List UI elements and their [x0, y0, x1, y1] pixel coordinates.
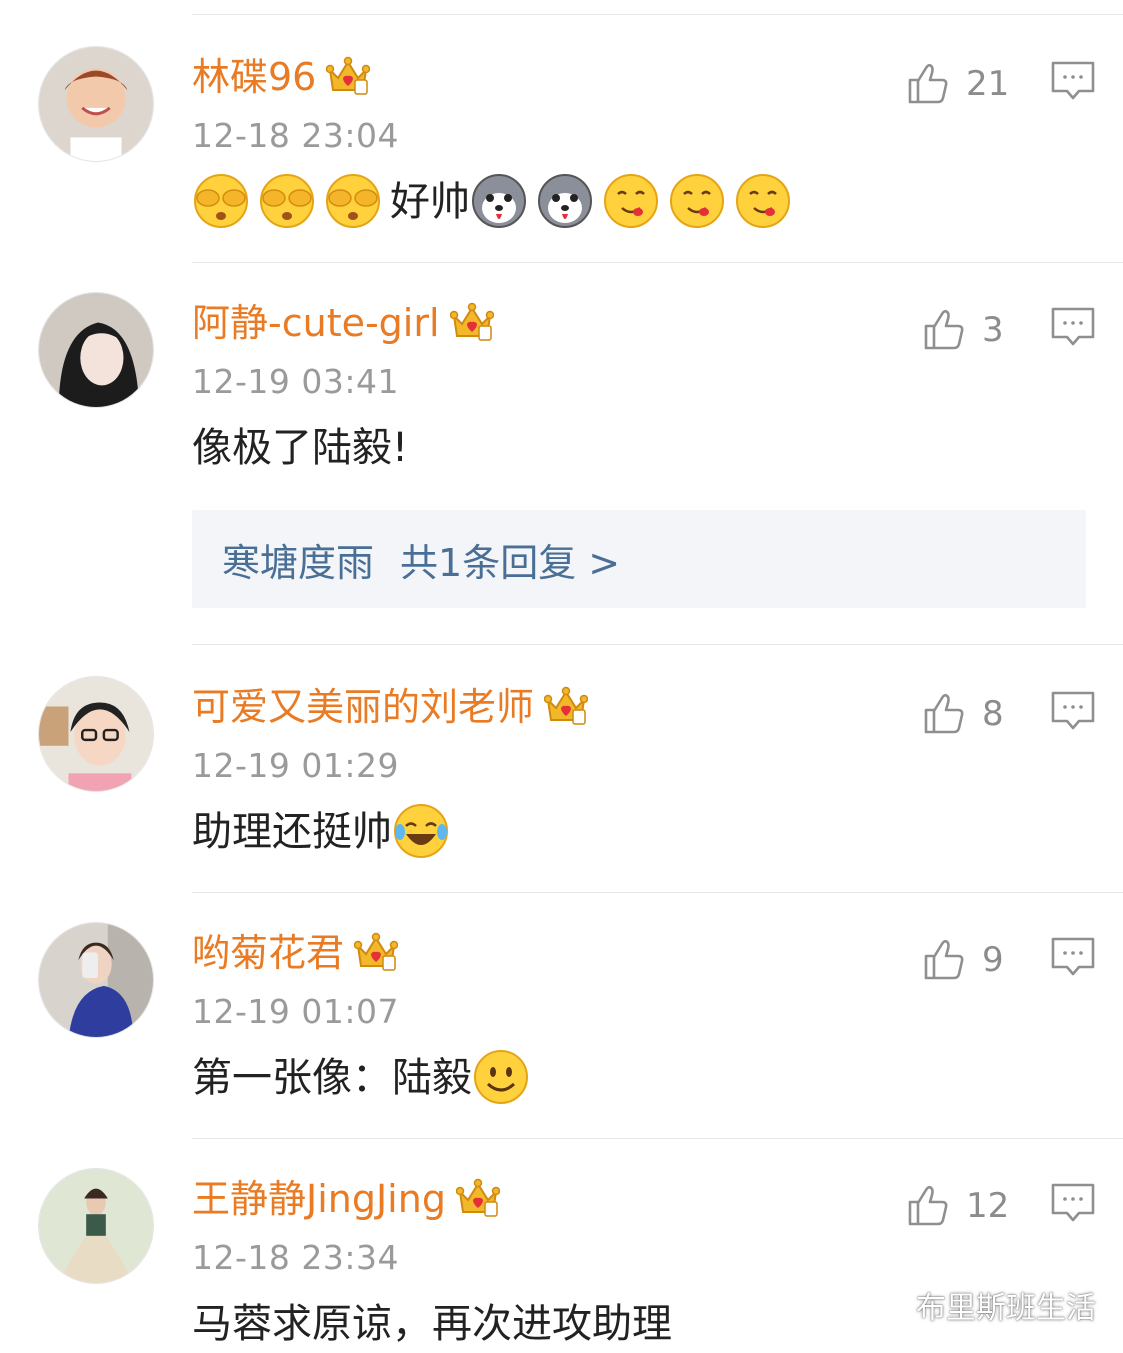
username[interactable]: 哟菊花君: [192, 930, 398, 976]
comment-time: 12-19 03:41: [192, 362, 399, 401]
cover-eyes-emoji: [324, 172, 382, 230]
comment-text: 像极了陆毅!: [192, 425, 409, 471]
husky-emoji: [536, 172, 594, 230]
like-count: 3: [982, 310, 1004, 350]
comment-item: 可爱又美丽的刘老师 12-19 01:29 助理还挺帅 8: [0, 676, 1123, 894]
comment-text-body: 好帅: [390, 179, 470, 225]
avatar[interactable]: [38, 676, 154, 792]
avatar[interactable]: [38, 292, 154, 408]
avatar[interactable]: [38, 46, 154, 162]
username[interactable]: 可爱又美丽的刘老师: [192, 684, 588, 730]
comment-text-body: 第一张像：陆毅: [192, 1055, 472, 1101]
wechat-watermark: 布里斯班生活: [864, 1280, 1096, 1330]
like-button[interactable]: 9: [920, 932, 1004, 988]
comment-bubble-icon: [1050, 1182, 1096, 1226]
reply-button[interactable]: [1050, 690, 1096, 734]
comment-text-body: 助理还挺帅: [192, 809, 392, 855]
comment-bubble-icon: [1050, 690, 1096, 734]
reply-summary-link[interactable]: 共1条回复 >: [400, 532, 620, 587]
laugh-cry-emoji: [392, 802, 450, 860]
username-text[interactable]: 王静静JingJing: [192, 1177, 446, 1221]
top-divider: [192, 14, 1123, 15]
comment-text: 第一张像：陆毅: [192, 1050, 538, 1109]
drool-emoji: [602, 172, 660, 230]
comment-time: 12-18 23:04: [192, 116, 399, 155]
comment-time: 12-19 01:07: [192, 992, 399, 1031]
reply-preview[interactable]: 寒塘度雨 共1条回复 >: [192, 510, 1086, 608]
vip-crown-icon: [456, 1178, 500, 1218]
like-count: 9: [982, 940, 1004, 980]
divider: [192, 892, 1123, 893]
like-count: 21: [966, 64, 1010, 104]
comment-item: 林碟96 12-18 23:04 好帅 21: [0, 46, 1123, 264]
reply-author[interactable]: 寒塘度雨: [222, 532, 374, 587]
comment-bubble-icon: [1050, 60, 1096, 104]
divider: [192, 1138, 1123, 1139]
drool-emoji: [734, 172, 792, 230]
husky-emoji: [470, 172, 528, 230]
username[interactable]: 林碟96: [192, 54, 370, 100]
cover-eyes-emoji: [192, 172, 250, 230]
like-count: 8: [982, 694, 1004, 734]
watermark-text: 布里斯班生活: [916, 1291, 1096, 1326]
wechat-icon: [865, 1289, 906, 1322]
avatar[interactable]: [38, 1168, 154, 1284]
like-button[interactable]: 21: [904, 56, 1009, 112]
username-text[interactable]: 林碟96: [192, 55, 316, 99]
thumbs-up-icon: [920, 690, 968, 738]
username-text[interactable]: 可爱又美丽的刘老师: [192, 685, 534, 729]
reply-button[interactable]: [1050, 306, 1096, 350]
comment-bubble-icon: [1050, 306, 1096, 350]
comment-text: 好帅: [192, 174, 800, 233]
smile-emoji: [472, 1048, 530, 1106]
like-button[interactable]: 3: [920, 302, 1004, 358]
username[interactable]: 阿静-cute-girl: [192, 300, 494, 346]
comment-text: 助理还挺帅: [192, 804, 458, 863]
username-text[interactable]: 哟菊花君: [192, 931, 344, 975]
comment-item: 阿静-cute-girl 12-19 03:41 像极了陆毅! 3 寒塘度雨 共1…: [0, 292, 1123, 646]
divider: [192, 262, 1123, 263]
like-count: 12: [966, 1186, 1010, 1226]
thumbs-up-icon: [904, 60, 952, 108]
comment-text: 马蓉求原谅，再次进攻助理: [192, 1301, 672, 1347]
drool-emoji: [668, 172, 726, 230]
reply-button[interactable]: [1050, 1182, 1096, 1226]
thumbs-up-icon: [920, 306, 968, 354]
vip-crown-icon: [544, 686, 588, 726]
vip-crown-icon: [450, 302, 494, 342]
thumbs-up-icon: [920, 936, 968, 984]
comment-time: 12-18 23:34: [192, 1238, 399, 1277]
cover-eyes-emoji: [258, 172, 316, 230]
vip-crown-icon: [354, 932, 398, 972]
divider: [192, 644, 1123, 645]
like-button[interactable]: 8: [920, 686, 1004, 742]
thumbs-up-icon: [904, 1182, 952, 1230]
vip-crown-icon: [326, 56, 370, 96]
avatar[interactable]: [38, 922, 154, 1038]
like-button[interactable]: 12: [904, 1178, 1009, 1234]
reply-button[interactable]: [1050, 936, 1096, 980]
comment-bubble-icon: [1050, 936, 1096, 980]
comment-item: 哟菊花君 12-19 01:07 第一张像：陆毅 9: [0, 922, 1123, 1140]
comment-time: 12-19 01:29: [192, 746, 399, 785]
username[interactable]: 王静静JingJing: [192, 1176, 500, 1222]
reply-button[interactable]: [1050, 60, 1096, 104]
username-text[interactable]: 阿静-cute-girl: [192, 301, 440, 345]
